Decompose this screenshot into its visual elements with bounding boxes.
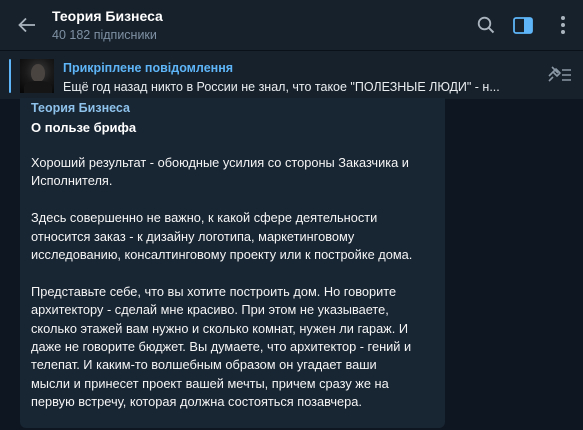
search-icon bbox=[477, 16, 495, 34]
sidebar-toggle-button[interactable] bbox=[511, 13, 535, 37]
sidebar-panel-icon bbox=[513, 16, 533, 34]
back-arrow-icon bbox=[18, 17, 35, 33]
message-author[interactable]: Теория Бизнеса bbox=[31, 101, 130, 115]
pinned-list-icon bbox=[548, 66, 571, 82]
chat-title[interactable]: Теория Бизнеса bbox=[52, 8, 163, 24]
more-button[interactable] bbox=[551, 13, 575, 37]
message-bubble: Теория Бизнеса О пользе брифа Хороший ре… bbox=[20, 98, 445, 428]
search-button[interactable] bbox=[474, 13, 498, 37]
message-paragraph: Здесь совершенно не важно, к какой сфере… bbox=[31, 210, 413, 263]
pinned-list-button[interactable] bbox=[547, 63, 573, 85]
pinned-text: Ещё год назад никто в России не знал, чт… bbox=[63, 80, 500, 94]
back-button[interactable] bbox=[14, 12, 40, 38]
subscriber-count: 40 182 підписники bbox=[52, 28, 157, 42]
pinned-thumbnail bbox=[20, 59, 54, 93]
pinned-message-bar[interactable]: Прикріплене повідомлення Ещё год назад н… bbox=[0, 50, 583, 99]
pinned-indicator-bar bbox=[9, 59, 11, 93]
pinned-title: Прикріплене повідомлення bbox=[63, 61, 234, 75]
more-vertical-icon bbox=[561, 16, 565, 34]
message-title: О пользе брифа bbox=[31, 120, 137, 135]
message-body: Хороший результат - обоюдные усилия со с… bbox=[31, 154, 446, 430]
message-paragraph: Хороший результат - обоюдные усилия со с… bbox=[31, 155, 409, 189]
chat-header: Теория Бизнеса 40 182 підписники bbox=[0, 0, 583, 50]
message-paragraph: Представьте себе, что вы хотите построит… bbox=[31, 283, 412, 410]
